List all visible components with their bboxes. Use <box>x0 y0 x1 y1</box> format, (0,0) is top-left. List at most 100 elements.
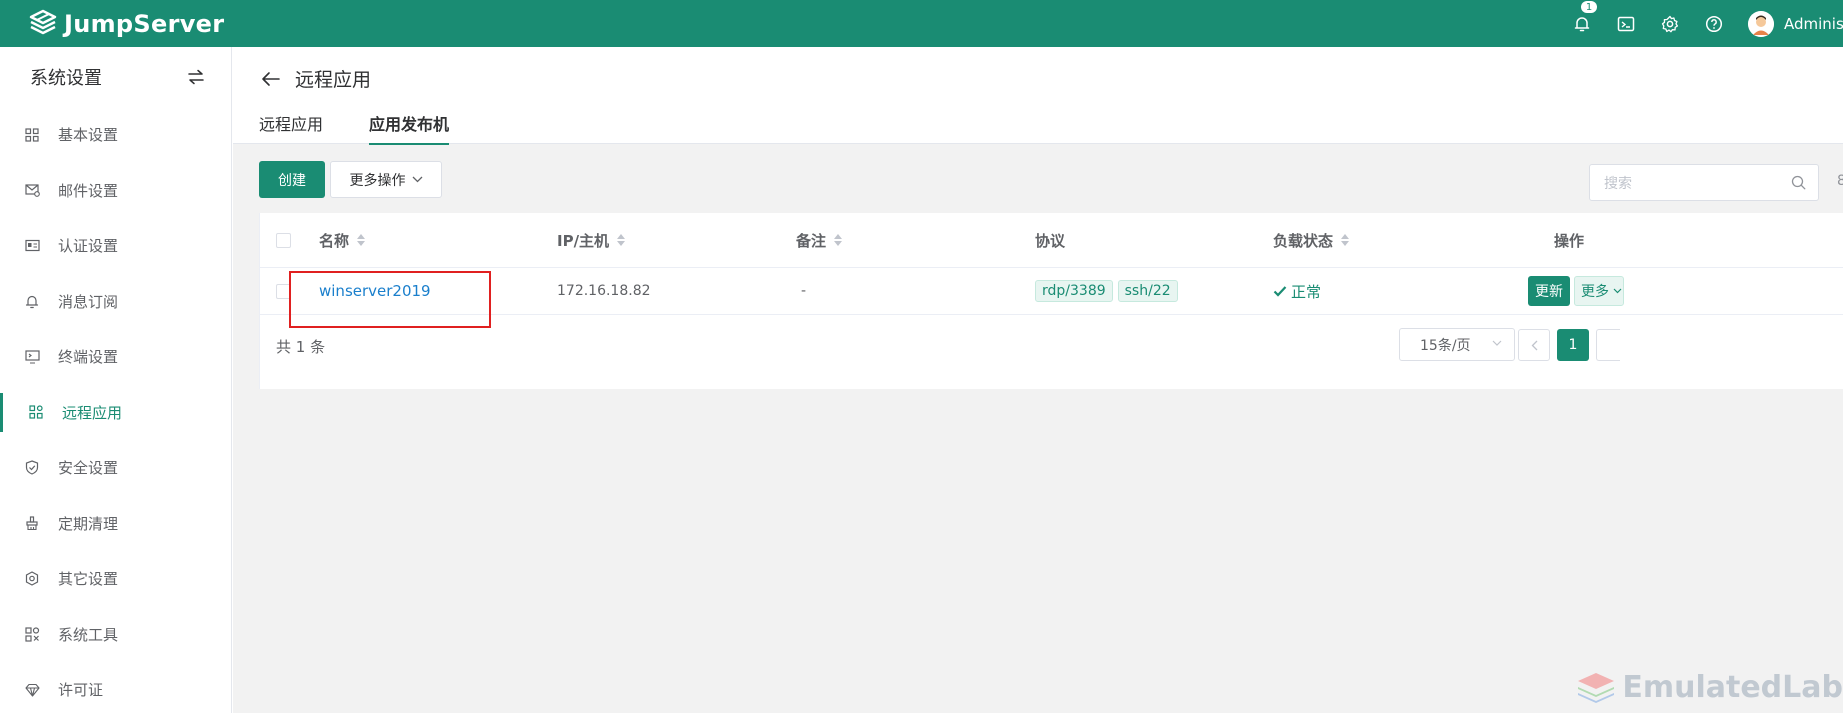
table-row: winserver2019 172.16.18.82 - rdp/3389 ss… <box>260 268 1843 315</box>
header-label: IP/主机 <box>557 231 610 250</box>
user-menu[interactable]: Administ <box>1748 10 1843 37</box>
page-size-select[interactable]: 15条/页 <box>1399 328 1515 361</box>
bell-icon <box>1574 16 1590 31</box>
load-status-text: 正常 <box>1291 282 1322 301</box>
tab-app-publishers[interactable]: 应用发布机 <box>369 111 450 145</box>
chevron-down-icon <box>1492 340 1502 346</box>
column-protocols-header: 协议 <box>1035 230 1065 251</box>
shield-icon <box>24 460 40 476</box>
create-button[interactable]: 创建 <box>259 161 325 198</box>
chevron-down-icon <box>1613 288 1622 294</box>
tab-remote-apps[interactable]: 远程应用 <box>259 111 323 145</box>
hex-gear-icon <box>24 571 40 587</box>
sidebar-item-security[interactable]: 安全设置 <box>0 440 231 496</box>
sidebar-item-label: 系统工具 <box>58 625 119 644</box>
prev-page-button[interactable] <box>1518 329 1550 361</box>
sort-icon <box>357 234 366 246</box>
sidebar-item-label: 终端设置 <box>58 348 119 367</box>
truncated-toolbar-text: 8 <box>1837 173 1843 189</box>
back-arrow-icon[interactable] <box>261 71 281 87</box>
page-title: 远程应用 <box>295 69 372 91</box>
column-load-status-header[interactable]: 负载状态 <box>1273 230 1350 251</box>
web-terminal-button[interactable] <box>1604 0 1648 47</box>
search-input[interactable] <box>1590 165 1770 200</box>
sidebar-item-label: 邮件设置 <box>58 181 119 200</box>
diamond-icon <box>24 682 40 698</box>
row-more-button[interactable]: 更多 <box>1574 276 1624 306</box>
table-footer: 共 1 条 15条/页 1 <box>260 315 1843 385</box>
more-actions-label: 更多操作 <box>349 172 406 189</box>
column-actions-header: 操作 <box>1554 230 1584 251</box>
sidebar-item-label: 许可证 <box>58 681 104 700</box>
settings-button[interactable] <box>1648 0 1692 47</box>
sidebar-item-label: 消息订阅 <box>58 292 119 311</box>
monitor-icon <box>24 349 40 365</box>
select-all-checkbox[interactable] <box>276 232 291 248</box>
id-card-icon <box>24 238 40 254</box>
apps-icon <box>28 404 44 420</box>
sidebar-item-other[interactable]: 其它设置 <box>0 551 231 607</box>
chevron-left-icon <box>1531 340 1537 350</box>
host-ip: 172.16.18.82 <box>557 283 651 299</box>
top-bar: JumpServer 1 Administ <box>0 0 1843 47</box>
column-ip-header[interactable]: IP/主机 <box>557 230 626 251</box>
sort-icon <box>617 234 626 246</box>
search-icon[interactable] <box>1791 175 1806 190</box>
notification-badge: 1 <box>1581 1 1597 13</box>
sidebar-item-label: 远程应用 <box>62 403 123 422</box>
sidebar-item-label: 认证设置 <box>58 237 119 256</box>
page-header: 远程应用 远程应用 应用发布机 <box>233 47 1843 145</box>
sidebar-item-terminal[interactable]: 终端设置 <box>0 329 231 385</box>
tools-icon <box>24 626 40 642</box>
column-comment-header[interactable]: 备注 <box>796 230 843 251</box>
jumpserver-logo-icon <box>29 9 57 34</box>
sidebar-item-label: 基本设置 <box>58 126 119 145</box>
chevron-down-icon <box>412 176 422 183</box>
header-label: 备注 <box>796 231 827 250</box>
host-comment: - <box>801 283 807 299</box>
watermark-text: EmulatedLab <box>1622 670 1843 705</box>
emulatedlab-logo-icon <box>1578 672 1615 703</box>
sidebar-item-license[interactable]: 许可证 <box>0 662 231 713</box>
sidebar-item-label: 定期清理 <box>58 514 119 533</box>
sort-icon <box>834 234 843 246</box>
user-name: Administ <box>1784 14 1843 33</box>
load-status: 正常 <box>1273 281 1321 302</box>
column-name-header[interactable]: 名称 <box>319 230 366 251</box>
sidebar-item-message[interactable]: 消息订阅 <box>0 274 231 330</box>
sidebar-item-remote-app[interactable]: 远程应用 <box>0 385 231 441</box>
tab-bar: 远程应用 应用发布机 <box>259 111 495 145</box>
more-actions-button[interactable]: 更多操作 <box>330 161 442 198</box>
mail-icon <box>24 182 40 198</box>
row-more-label: 更多 <box>1581 284 1609 300</box>
sidebar-title: 系统设置 <box>30 68 102 89</box>
logo[interactable]: JumpServer <box>28 9 224 39</box>
sidebar-item-tools[interactable]: 系统工具 <box>0 607 231 663</box>
sidebar-item-basic[interactable]: 基本设置 <box>0 107 231 163</box>
page-number-current[interactable]: 1 <box>1557 329 1589 361</box>
protocol-tag: ssh/22 <box>1117 280 1178 302</box>
gear-icon <box>1661 15 1679 32</box>
sidebar-item-cleanup[interactable]: 定期清理 <box>0 496 231 552</box>
sidebar-item-email[interactable]: 邮件设置 <box>0 163 231 219</box>
header-label: 协议 <box>1035 231 1066 250</box>
toolbar: 创建 更多操作 8 <box>259 161 1843 201</box>
broom-icon <box>24 515 40 531</box>
watermark: EmulatedLab <box>1576 670 1843 705</box>
next-page-button[interactable] <box>1596 329 1620 361</box>
grid-icon <box>24 127 40 143</box>
check-icon <box>1273 286 1287 297</box>
page-size-value: 15条/页 <box>1420 337 1471 354</box>
switch-icon[interactable] <box>187 69 205 85</box>
total-count: 共 1 条 <box>276 338 326 356</box>
notifications-button[interactable]: 1 <box>1560 0 1604 47</box>
update-button[interactable]: 更新 <box>1528 276 1570 306</box>
protocol-tag: rdp/3389 <box>1035 280 1113 302</box>
sort-icon <box>1341 234 1350 246</box>
brand-name: JumpServer <box>64 9 225 38</box>
help-button[interactable] <box>1692 0 1736 47</box>
header-label: 名称 <box>319 231 350 250</box>
sidebar-item-auth[interactable]: 认证设置 <box>0 218 231 274</box>
search-box <box>1589 164 1819 201</box>
main-content: 远程应用 远程应用 应用发布机 创建 更多操作 8 名称 IP/主机 <box>233 47 1843 713</box>
